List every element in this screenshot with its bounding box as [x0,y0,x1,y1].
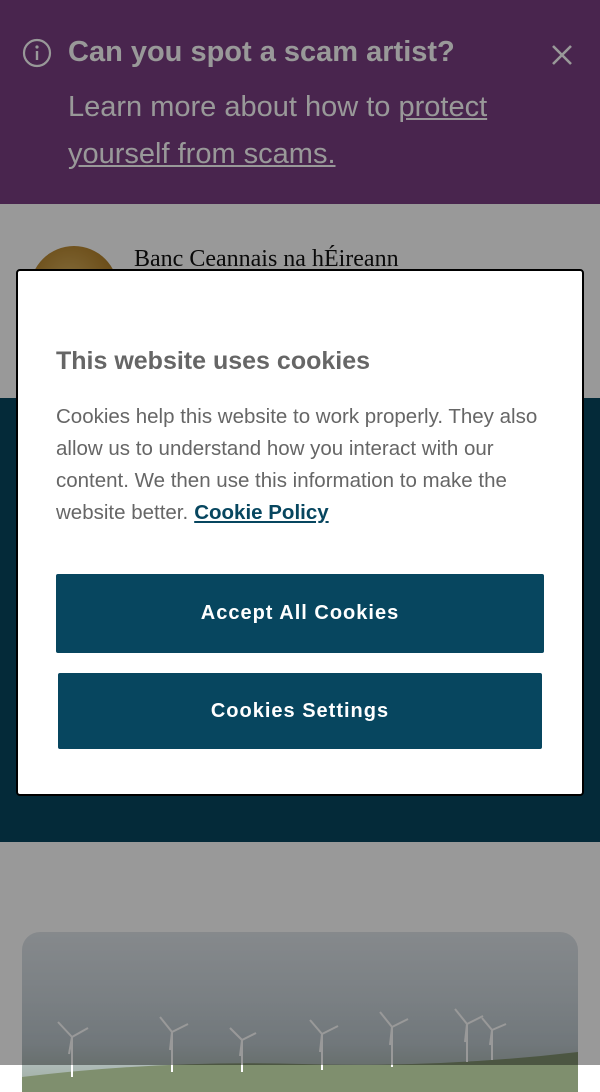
cookie-policy-link[interactable]: Cookie Policy [194,501,328,524]
cookie-dialog-title: This website uses cookies [56,347,371,375]
cookie-consent-dialog: This website uses cookies Cookies help t… [16,269,584,796]
cookie-dialog-description: Cookies help this website to work proper… [56,401,546,529]
accept-all-cookies-button[interactable]: Accept All Cookies [56,574,544,653]
cookies-settings-button[interactable]: Cookies Settings [58,673,542,749]
